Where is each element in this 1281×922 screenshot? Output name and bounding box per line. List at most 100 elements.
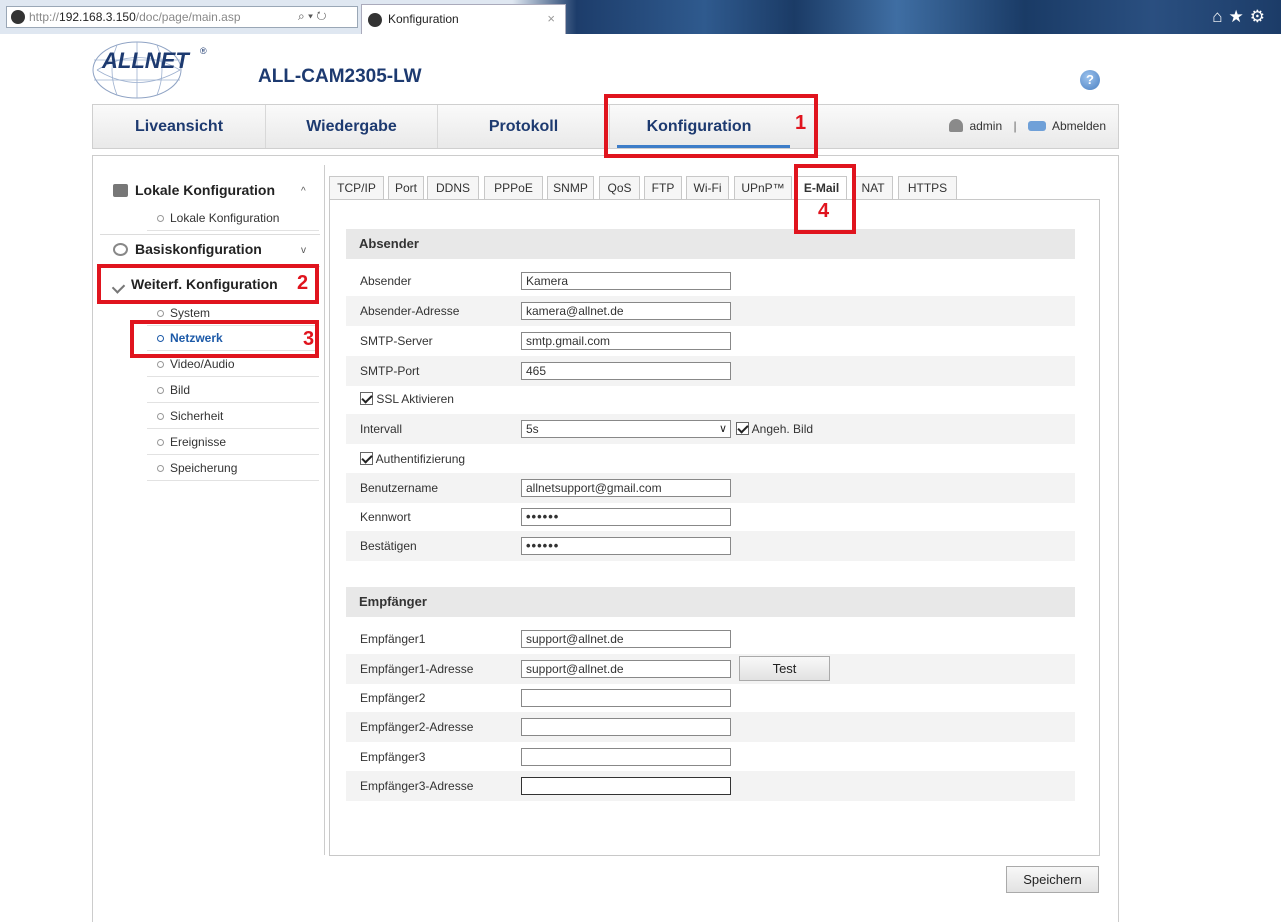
tab-ddns[interactable]: DDNS bbox=[427, 176, 479, 200]
sidebar-item-label: Video/Audio bbox=[170, 357, 235, 371]
auth-option: Authentifizierung bbox=[360, 444, 465, 474]
annotation-box-4 bbox=[794, 164, 856, 234]
section-heading-receiver: Empfänger bbox=[346, 587, 1075, 617]
tab-ftp[interactable]: FTP bbox=[644, 176, 682, 200]
save-button[interactable]: Speichern bbox=[1006, 866, 1099, 893]
smtp-port-input[interactable]: 465 bbox=[521, 362, 731, 380]
sidebar-item-label: Sicherheit bbox=[170, 409, 224, 423]
field-label: SMTP-Port bbox=[360, 364, 420, 378]
password-input[interactable]: •••••• bbox=[521, 508, 731, 526]
attach-image-option: Angeh. Bild bbox=[736, 414, 813, 444]
url-prefix: http:// bbox=[29, 10, 60, 24]
empfaenger1-adresse-input[interactable]: support@allnet.de bbox=[521, 660, 731, 678]
bullet-icon bbox=[157, 361, 164, 368]
row-empfaenger2: Empfänger2 bbox=[346, 683, 1075, 713]
tab-qos[interactable]: QoS bbox=[599, 176, 640, 200]
row-bestaetigen: Bestätigen •••••• bbox=[346, 531, 1075, 561]
sidebar-group-local[interactable]: Lokale Konfiguration bbox=[113, 182, 275, 198]
gear-icon bbox=[113, 243, 128, 256]
sidebar-item-label: Lokale Konfiguration bbox=[170, 211, 280, 225]
field-label: Benutzername bbox=[360, 481, 439, 495]
nav-protokoll[interactable]: Protokoll bbox=[438, 105, 609, 148]
chevron-down-icon: ∨ bbox=[718, 423, 727, 435]
field-label: Empfänger2 bbox=[360, 691, 426, 705]
row-smtp-port: SMTP-Port 465 bbox=[346, 356, 1075, 386]
row-benutzername: Benutzername allnetsupport@gmail.com bbox=[346, 473, 1075, 503]
field-label: Empfänger3-Adresse bbox=[360, 779, 474, 793]
row-intervall: Intervall 5s ∨ Angeh. Bild bbox=[346, 414, 1075, 444]
ssl-option: SSL Aktivieren bbox=[360, 384, 454, 414]
username-link[interactable]: admin bbox=[969, 119, 1002, 133]
row-absender-adresse: Absender-Adresse kamera@allnet.de bbox=[346, 296, 1075, 326]
empfaenger3-adresse-input[interactable] bbox=[521, 777, 731, 795]
annotation-box-3 bbox=[130, 320, 319, 358]
annotation-box-2 bbox=[97, 264, 319, 304]
tab-pppoe[interactable]: PPPoE bbox=[484, 176, 543, 200]
home-star-gear-icons[interactable]: ⌂★⚙ bbox=[1212, 7, 1271, 27]
sidebar-item-label: System bbox=[170, 306, 211, 320]
collapse-chevron-icon[interactable]: ^ bbox=[301, 186, 306, 197]
username-input[interactable]: allnetsupport@gmail.com bbox=[521, 479, 731, 497]
bullet-icon bbox=[157, 465, 164, 472]
test-button[interactable]: Test bbox=[739, 656, 830, 681]
auth-checkbox[interactable] bbox=[360, 452, 373, 465]
product-title: ALL-CAM2305-LW bbox=[258, 66, 422, 87]
sidebar-item-speicherung[interactable]: Speicherung bbox=[147, 456, 319, 481]
section-heading-sender: Absender bbox=[346, 229, 1075, 259]
sidebar-item-lokale-konfiguration[interactable]: Lokale Konfiguration bbox=[147, 206, 319, 231]
browser-tab-title: Konfiguration bbox=[388, 12, 459, 26]
sidebar-divider bbox=[324, 165, 325, 855]
ssl-checkbox[interactable] bbox=[360, 392, 373, 405]
sidebar-item-sicherheit[interactable]: Sicherheit bbox=[147, 404, 319, 429]
row-kennwort: Kennwort •••••• bbox=[346, 502, 1075, 532]
field-label: Intervall bbox=[360, 422, 403, 436]
row-empfaenger1-adresse: Empfänger1-Adresse support@allnet.de Tes… bbox=[346, 654, 1075, 684]
tab-port[interactable]: Port bbox=[388, 176, 424, 200]
field-label: Absender-Adresse bbox=[360, 304, 460, 318]
nav-liveansicht[interactable]: Liveansicht bbox=[93, 105, 265, 148]
field-label: Empfänger2-Adresse bbox=[360, 720, 474, 734]
sidebar-group-basic[interactable]: Basiskonfiguration bbox=[113, 241, 262, 257]
search-refresh-icons[interactable]: ⌕ ▾ ↻ bbox=[298, 6, 327, 26]
expand-chevron-icon[interactable]: v bbox=[301, 245, 306, 256]
annotation-box-1 bbox=[604, 94, 818, 158]
tab-tcp-ip[interactable]: TCP/IP bbox=[329, 176, 384, 200]
sidebar-group-label: Lokale Konfiguration bbox=[135, 182, 275, 198]
user-separator: | bbox=[1013, 119, 1017, 133]
tab-https[interactable]: HTTPS bbox=[898, 176, 957, 200]
row-authentifizierung: Authentifizierung bbox=[346, 444, 1075, 474]
intervall-select[interactable]: 5s ∨ bbox=[521, 420, 731, 438]
empfaenger2-adresse-input[interactable] bbox=[521, 718, 731, 736]
url-host: 192.168.3.150 bbox=[59, 10, 136, 24]
tab-nat[interactable]: NAT bbox=[853, 176, 893, 200]
row-empfaenger3-adresse: Empfänger3-Adresse bbox=[346, 771, 1075, 801]
sidebar-item-label: Ereignisse bbox=[170, 435, 227, 449]
tab-snmp[interactable]: SNMP bbox=[547, 176, 594, 200]
tab-globe-icon bbox=[368, 13, 382, 27]
attach-image-checkbox[interactable] bbox=[736, 422, 749, 435]
nav-wiedergabe[interactable]: Wiedergabe bbox=[266, 105, 437, 148]
browser-tab[interactable]: Konfiguration × bbox=[361, 4, 566, 34]
row-empfaenger1: Empfänger1 support@allnet.de bbox=[346, 624, 1075, 654]
sidebar-divider-line bbox=[100, 234, 320, 235]
tab-close-icon[interactable]: × bbox=[547, 5, 555, 33]
bullet-icon bbox=[157, 439, 164, 446]
confirm-password-input[interactable]: •••••• bbox=[521, 537, 731, 555]
empfaenger2-input[interactable] bbox=[521, 689, 731, 707]
smtp-server-input[interactable]: smtp.gmail.com bbox=[521, 332, 731, 350]
field-label: Empfänger3 bbox=[360, 750, 426, 764]
help-icon[interactable]: ? bbox=[1080, 70, 1100, 90]
empfaenger3-input[interactable] bbox=[521, 748, 731, 766]
absender-input[interactable]: Kamera bbox=[521, 272, 731, 290]
logout-link[interactable]: Abmelden bbox=[1052, 119, 1106, 133]
field-label: Bestätigen bbox=[360, 539, 417, 553]
empfaenger1-input[interactable]: support@allnet.de bbox=[521, 630, 731, 648]
registered-mark: ® bbox=[200, 46, 207, 56]
tab-upnp[interactable]: UPnP™ bbox=[734, 176, 792, 200]
allnet-logo: ALLNET ® bbox=[92, 40, 237, 102]
sidebar-item-ereignisse[interactable]: Ereignisse bbox=[147, 430, 319, 455]
row-ssl: SSL Aktivieren bbox=[346, 384, 1075, 414]
tab-wifi[interactable]: Wi-Fi bbox=[686, 176, 729, 200]
sidebar-item-bild[interactable]: Bild bbox=[147, 378, 319, 403]
absender-adresse-input[interactable]: kamera@allnet.de bbox=[521, 302, 731, 320]
